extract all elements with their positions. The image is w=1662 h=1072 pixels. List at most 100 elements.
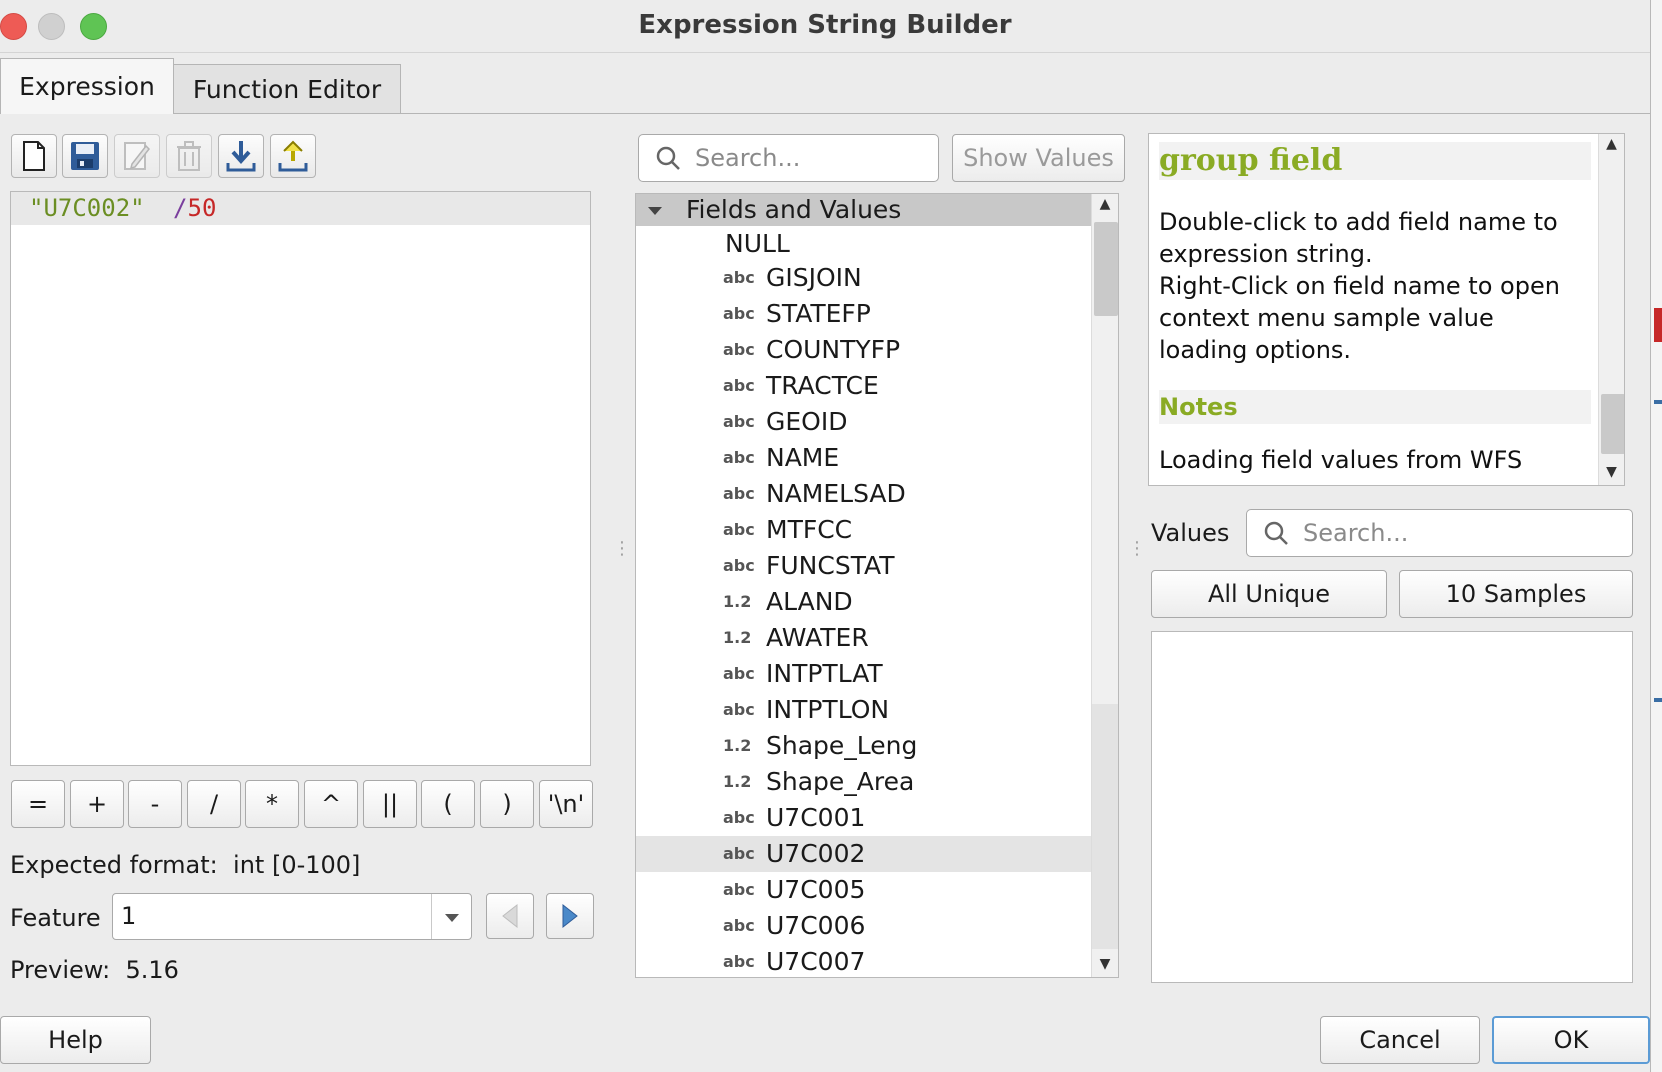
tree-item[interactable]: abc U7C006 bbox=[636, 908, 1091, 944]
operator-newline-button[interactable]: '\n' bbox=[539, 780, 593, 828]
tree-item[interactable]: abc U7C001 bbox=[636, 800, 1091, 836]
operator-power-button[interactable]: ^ bbox=[304, 780, 358, 828]
text-type-icon: abc bbox=[723, 520, 755, 539]
text-type-icon: abc bbox=[723, 664, 755, 683]
help-button[interactable]: Help bbox=[0, 1016, 151, 1064]
scroll-down-icon[interactable]: ▼ bbox=[1599, 464, 1624, 480]
search-input[interactable]: Search... bbox=[638, 134, 939, 182]
save-icon bbox=[71, 142, 99, 170]
scrollbar-thumb[interactable] bbox=[1094, 222, 1118, 316]
background-window-mark bbox=[1654, 698, 1662, 702]
preview-value: 5.16 bbox=[125, 956, 179, 984]
scroll-up-icon[interactable]: ▲ bbox=[1599, 136, 1624, 152]
tree-group-label: Fields and Values bbox=[686, 195, 902, 224]
tree-item-selected[interactable]: abc U7C002 bbox=[636, 836, 1091, 872]
preview-label: Preview: 5.16 bbox=[10, 956, 179, 984]
text-type-icon: abc bbox=[723, 808, 755, 827]
tree-item[interactable]: abc INTPTLAT bbox=[636, 656, 1091, 692]
text-type-icon: abc bbox=[723, 844, 755, 863]
all-unique-button[interactable]: All Unique bbox=[1151, 570, 1387, 618]
text-type-icon: abc bbox=[723, 340, 755, 359]
help-title: group field bbox=[1159, 142, 1591, 180]
values-list[interactable] bbox=[1151, 631, 1633, 983]
background-window-mark bbox=[1654, 308, 1662, 342]
text-type-icon: abc bbox=[723, 952, 755, 971]
text-type-icon: abc bbox=[723, 916, 755, 935]
edit-expression-button[interactable] bbox=[114, 134, 160, 178]
ok-button[interactable]: OK bbox=[1492, 1016, 1650, 1064]
import-expression-button[interactable] bbox=[218, 134, 264, 178]
expression-editor[interactable]: "U7C002" /50 bbox=[10, 191, 591, 766]
export-expression-button[interactable] bbox=[270, 134, 316, 178]
decimal-type-icon: 1.2 bbox=[723, 628, 752, 647]
operator-equals-button[interactable]: = bbox=[11, 780, 65, 828]
tree-item[interactable]: abc NAMELSAD bbox=[636, 476, 1091, 512]
help-scrollbar[interactable]: ▲ ▼ bbox=[1598, 134, 1624, 485]
tree-item[interactable]: abc FUNCSTAT bbox=[636, 548, 1091, 584]
operator-token: / bbox=[173, 194, 188, 222]
window-title: Expression String Builder bbox=[638, 10, 1012, 40]
expected-format-value: int [0-100] bbox=[233, 851, 361, 879]
tree-item[interactable]: 1.2 Shape_Area bbox=[636, 764, 1091, 800]
operator-open-paren-button[interactable]: ( bbox=[421, 780, 475, 828]
tree-item[interactable]: abc GISJOIN bbox=[636, 260, 1091, 296]
tree-item[interactable]: 1.2 ALAND bbox=[636, 584, 1091, 620]
text-type-icon: abc bbox=[723, 268, 755, 287]
fields-tree[interactable]: Fields and Values NULL abc GISJOIN abc STA… bbox=[635, 193, 1119, 978]
operator-close-paren-button[interactable]: ) bbox=[480, 780, 534, 828]
tab-expression[interactable]: Expression bbox=[0, 58, 174, 114]
tree-item-null[interactable]: NULL bbox=[636, 226, 1091, 262]
expected-format-label: Expected format: int [0-100] bbox=[10, 851, 361, 879]
edit-icon bbox=[124, 142, 150, 170]
chevron-down-icon[interactable] bbox=[443, 912, 461, 924]
next-feature-button[interactable] bbox=[546, 893, 594, 939]
show-values-button[interactable]: Show Values bbox=[952, 134, 1125, 182]
operator-divide-button[interactable]: / bbox=[187, 780, 241, 828]
tree-item[interactable]: 1.2 AWATER bbox=[636, 620, 1091, 656]
help-description: Double-click to add field name to expres… bbox=[1159, 208, 1560, 364]
expression-builder-dialog: Expression String Builder Expression Fun… bbox=[0, 0, 1651, 1072]
splitter-handle[interactable]: ⋮ bbox=[613, 540, 631, 558]
scroll-down-icon[interactable]: ▼ bbox=[1092, 956, 1118, 972]
text-type-icon: abc bbox=[723, 556, 755, 575]
ten-samples-button[interactable]: 10 Samples bbox=[1399, 570, 1633, 618]
cancel-button[interactable]: Cancel bbox=[1320, 1016, 1480, 1064]
values-label: Values bbox=[1151, 519, 1230, 547]
feature-combobox[interactable]: 1 bbox=[112, 893, 472, 940]
tree-item[interactable]: abc INTPTLON bbox=[636, 692, 1091, 728]
tree-item[interactable]: abc TRACTCE bbox=[636, 368, 1091, 404]
number-token: 50 bbox=[187, 194, 217, 222]
tree-item[interactable]: 1.2 Shape_Leng bbox=[636, 728, 1091, 764]
tree-item[interactable]: abc NAME bbox=[636, 440, 1091, 476]
search-placeholder: Search... bbox=[695, 144, 801, 172]
splitter-handle[interactable]: ⋮ bbox=[1128, 540, 1146, 558]
new-expression-button[interactable] bbox=[11, 134, 57, 178]
tree-item[interactable]: abc COUNTYFP bbox=[636, 332, 1091, 368]
operator-multiply-button[interactable]: * bbox=[245, 780, 299, 828]
values-search-input[interactable]: Search... bbox=[1246, 509, 1633, 557]
scrollbar-thumb[interactable] bbox=[1601, 394, 1624, 454]
save-expression-button[interactable] bbox=[62, 134, 108, 178]
tree-item[interactable]: abc GEOID bbox=[636, 404, 1091, 440]
decimal-type-icon: 1.2 bbox=[723, 592, 752, 611]
export-icon bbox=[278, 140, 308, 172]
text-type-icon: abc bbox=[723, 304, 755, 323]
tab-function-editor[interactable]: Function Editor bbox=[173, 64, 401, 113]
help-panel: group field Double-click to add field na… bbox=[1148, 133, 1625, 486]
tree-item[interactable]: abc STATEFP bbox=[636, 296, 1091, 332]
help-notes-heading: Notes bbox=[1159, 390, 1591, 424]
new-file-icon bbox=[23, 141, 45, 171]
operator-concat-button[interactable]: || bbox=[363, 780, 417, 828]
tree-item[interactable]: abc U7C005 bbox=[636, 872, 1091, 908]
previous-feature-button[interactable] bbox=[486, 893, 534, 939]
operator-plus-button[interactable]: + bbox=[70, 780, 124, 828]
tree-item[interactable]: abc U7C007 bbox=[636, 944, 1091, 977]
tree-group-fields-and-values[interactable]: Fields and Values bbox=[636, 194, 1091, 226]
expand-arrow-icon[interactable] bbox=[646, 205, 664, 217]
delete-expression-button[interactable] bbox=[166, 134, 212, 178]
delete-icon bbox=[177, 141, 201, 171]
tree-scrollbar[interactable]: ▲ ▼ bbox=[1091, 194, 1118, 977]
tree-item[interactable]: abc MTFCC bbox=[636, 512, 1091, 548]
operator-minus-button[interactable]: - bbox=[128, 780, 182, 828]
scroll-up-icon[interactable]: ▲ bbox=[1092, 196, 1118, 212]
